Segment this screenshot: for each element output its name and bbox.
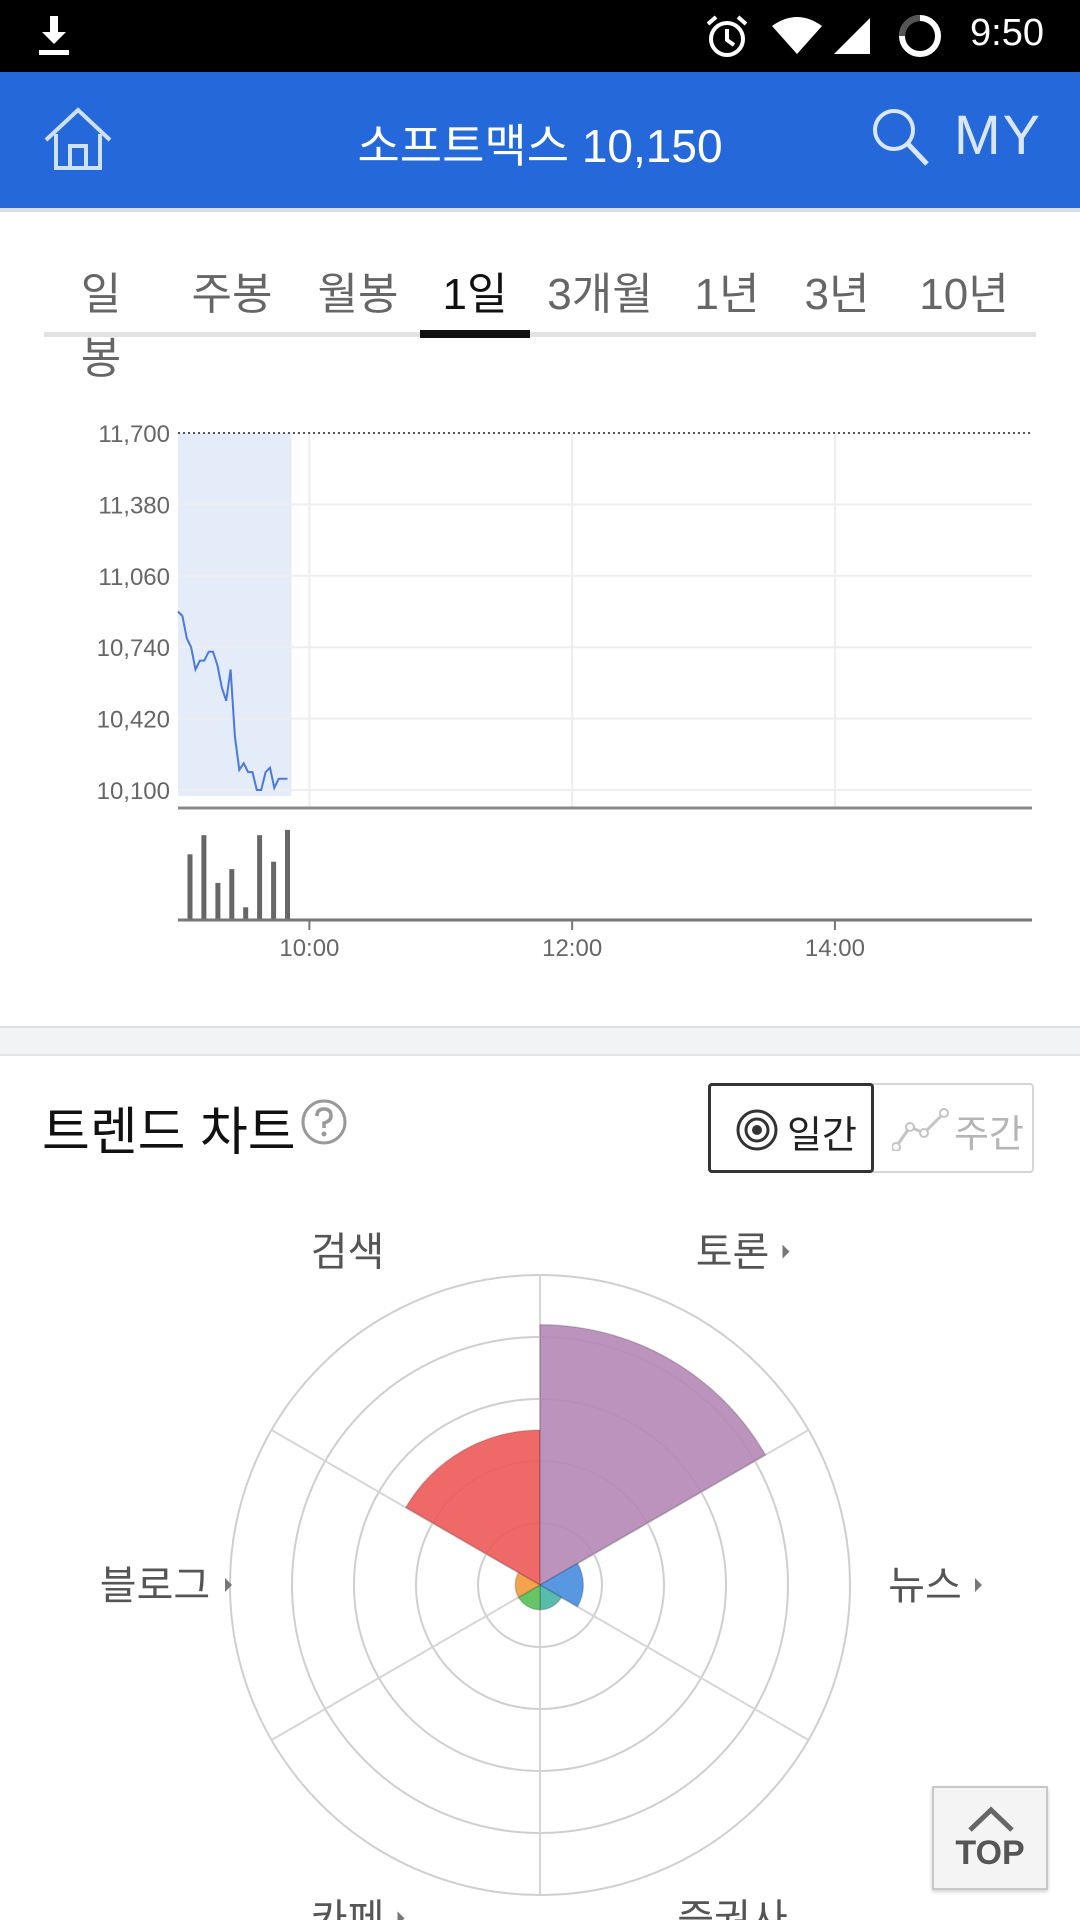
trend-chart-title: 트렌드 차트 [42,1104,296,1162]
radar-spoke [271,1584,541,1741]
tab-1-day[interactable]: 1일 [430,258,520,322]
signal-icon [834,18,870,54]
y-tick-label: 11,380 [98,492,170,519]
tabs-underline [44,332,1036,337]
status-bar: 9:50 [0,0,1080,72]
caret-right-icon [975,1578,982,1592]
y-tick-label: 10,420 [97,707,170,734]
radar-sector [404,1429,541,1587]
period-toggle: 일간 주간 [708,1083,1034,1173]
y-tick-label: 10,740 [97,635,170,662]
download-icon [39,16,69,55]
tab-3-months[interactable]: 3개월 [544,258,656,322]
wifi-icon [772,17,822,54]
y-tick-label: 11,060 [98,564,170,591]
status-time: 9:50 [970,12,1044,54]
chevron-up-icon [968,1806,1014,1832]
chart-grid [178,433,1032,808]
radar-category-label[interactable]: 토론 [696,1231,770,1275]
period-tabs: 일봉 주봉 월봉 1일 3개월 1년 3년 10년 [44,250,1036,383]
tab-1-year[interactable]: 1년 [692,258,762,322]
price-chart[interactable]: 11,700 11,380 11,060 10,740 10,420 10,100 10:… [0,390,1080,990]
app-header: 소프트맥스 10,150 MY [0,72,1080,208]
volume-bar [243,907,249,920]
x-tick-label: 12:00 [542,935,602,962]
volume-bar [201,835,207,920]
x-axis-ticks: 10:00 12:00 14:00 [279,920,865,962]
radar-category-label[interactable]: 뉴스 [888,1564,962,1608]
my-button[interactable]: MY [954,102,1042,167]
volume-bars [187,829,290,920]
x-tick-label: 10:00 [279,935,339,962]
volume-bar [187,854,193,920]
caret-right-icon [397,1911,405,1920]
y-tick-label: 10,100 [97,778,170,805]
battery-icon [899,15,941,57]
weekly-toggle-button[interactable]: 주간 [874,1085,1034,1171]
caret-right-icon [782,1244,790,1259]
volume-bar [271,861,277,920]
help-icon[interactable] [300,1098,348,1146]
volume-bar [229,869,235,920]
tab-10-years[interactable]: 10년 [916,258,1012,322]
trend-radar-chart[interactable]: 검색 토론뉴스증권사 카페 블로그 [0,1200,1080,1920]
radar-category-label[interactable]: 카페 [311,1897,385,1920]
section-divider [0,1026,1080,1056]
active-tab-indicator [420,330,530,338]
radar-category-label[interactable]: 블로그 [100,1564,210,1608]
volume-bar [215,882,221,920]
tab-monthly-candle[interactable]: 월봉 [316,258,400,322]
scroll-top-label: TOP [955,1834,1025,1872]
volume-bar [257,835,263,920]
y-axis-ticks: 11,700 11,380 11,060 10,740 10,420 10,100 [97,421,170,805]
tab-3-years[interactable]: 3년 [802,258,872,322]
tab-daily-candle[interactable]: 일봉 [66,258,136,383]
radar-sectors [404,1323,767,1611]
weekly-toggle-label: 주간 [954,1114,1024,1156]
x-tick-label: 14:00 [805,935,865,962]
radar-category-label: 검색 [311,1231,385,1275]
search-icon[interactable] [870,106,930,168]
header-divider [0,208,1080,212]
alarm-icon [706,15,748,57]
line-chart-icon [892,1108,949,1151]
volume-bar [285,829,290,920]
tab-weekly-candle[interactable]: 주봉 [190,258,274,322]
radar-category-label: 증권사 [677,1897,787,1920]
scroll-top-button[interactable]: TOP [932,1786,1048,1890]
target-icon [736,1109,778,1151]
radar-spoke [539,1584,809,1741]
y-tick-label: 11,700 [98,421,170,448]
daily-toggle-button[interactable]: 일간 [708,1083,874,1173]
daily-toggle-label: 일간 [787,1115,857,1157]
radar-sector [539,1323,767,1587]
